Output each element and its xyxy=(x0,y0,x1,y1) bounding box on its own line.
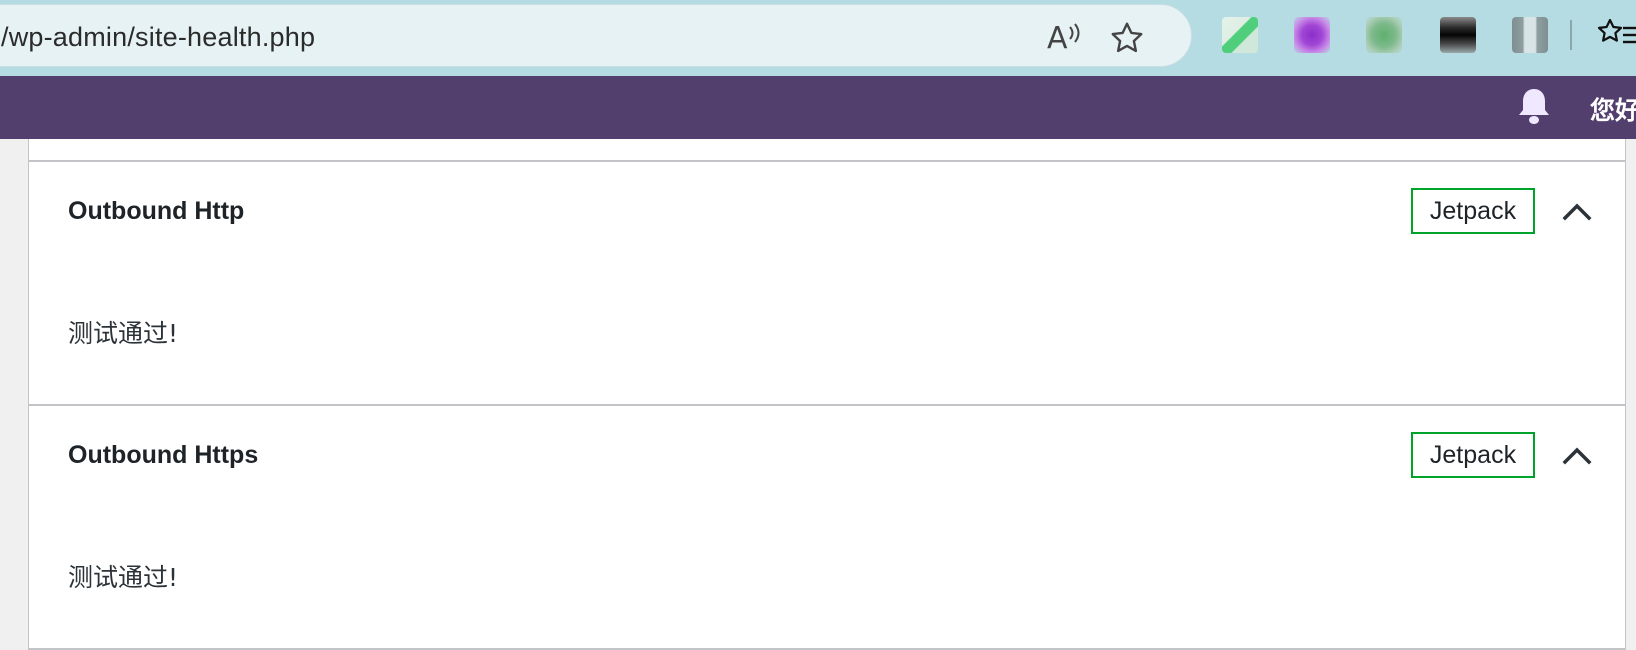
read-aloud-glyph: A xyxy=(1047,21,1068,56)
panel-result: 测试通过! xyxy=(68,319,179,348)
panel-title[interactable]: Outbound Http xyxy=(68,197,244,226)
sound-waves-icon xyxy=(1069,23,1080,43)
admin-bar: 您好 xyxy=(0,76,1636,139)
plugin-badge: Jetpack xyxy=(1411,432,1535,478)
star-icon[interactable] xyxy=(1109,20,1145,56)
accordion-panel-outbound-http: Outbound Http Jetpack 测试通过! xyxy=(29,162,1625,404)
extension-3-icon[interactable] xyxy=(1366,17,1402,53)
panel-title[interactable]: Outbound Https xyxy=(68,441,258,470)
panel-result: 测试通过! xyxy=(68,563,179,592)
url-text[interactable]: /wp-admin/site-health.php xyxy=(1,22,315,53)
favorites-list-icon[interactable] xyxy=(1596,16,1636,52)
bell-icon[interactable] xyxy=(1516,86,1552,128)
extension-2-icon[interactable] xyxy=(1294,17,1330,53)
accordion-panel-outbound-https: Outbound Https Jetpack 测试通过! xyxy=(29,406,1625,648)
chevron-up-icon[interactable] xyxy=(1557,436,1597,476)
chevron-up-icon[interactable] xyxy=(1557,192,1597,232)
account-greeting[interactable]: 您好 xyxy=(1590,91,1636,127)
extension-4-icon[interactable] xyxy=(1440,17,1476,53)
toolbar-divider xyxy=(1570,20,1572,50)
address-bar[interactable]: /wp-admin/site-health.php A xyxy=(0,4,1192,67)
site-health-info-list: Outbound Http Jetpack 测试通过! Outbound Htt… xyxy=(28,139,1626,650)
extension-1-icon[interactable] xyxy=(1222,17,1258,53)
plugin-badge: Jetpack xyxy=(1411,188,1535,234)
extension-5-icon[interactable] xyxy=(1512,17,1548,53)
read-aloud-icon[interactable]: A xyxy=(1047,21,1083,56)
browser-toolbar: /wp-admin/site-health.php A xyxy=(0,0,1636,76)
